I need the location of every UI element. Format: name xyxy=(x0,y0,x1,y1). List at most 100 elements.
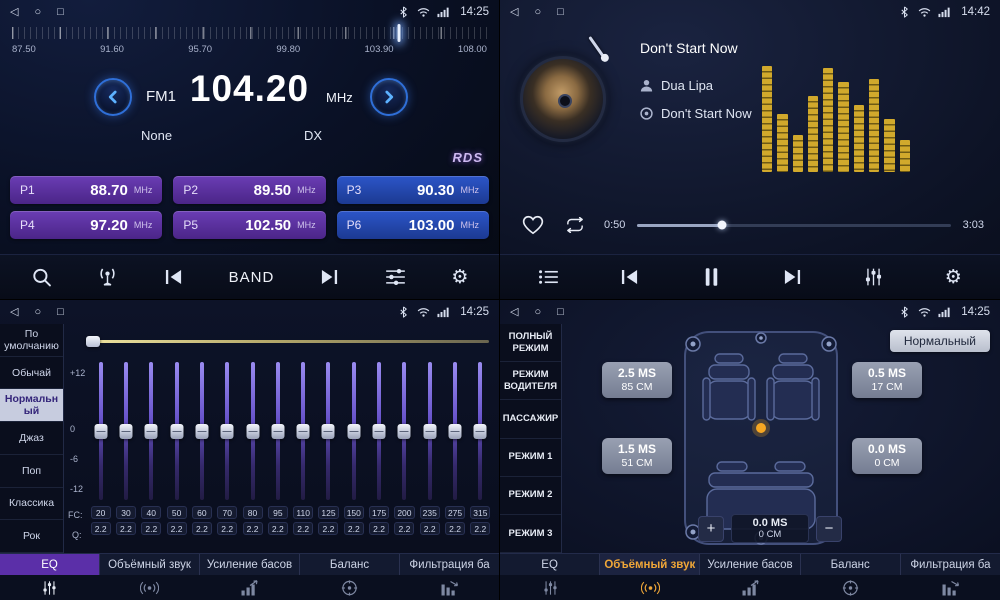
surround-preset-button[interactable]: Нормальный xyxy=(890,330,990,352)
eq-slider-handle[interactable] xyxy=(246,424,259,439)
delay-front-left[interactable]: 2.5 MS 85 CM xyxy=(602,362,672,398)
equalizer-icon[interactable] xyxy=(863,267,884,287)
mixer-icon[interactable] xyxy=(385,267,406,287)
frequency-pointer[interactable] xyxy=(398,24,401,42)
master-level-handle[interactable] xyxy=(86,336,100,347)
home-icon[interactable]: ○ xyxy=(34,307,41,318)
tab-balance[interactable]: Баланс xyxy=(300,554,400,575)
tab-icon-eq[interactable] xyxy=(0,580,100,596)
tab-icon-filter[interactable] xyxy=(900,580,1000,596)
delay-decrease-button[interactable]: − xyxy=(816,516,842,542)
recents-icon[interactable]: □ xyxy=(557,7,564,18)
eq-slider-handle[interactable] xyxy=(373,424,386,439)
eq-band-slider[interactable] xyxy=(113,362,138,500)
delay-rear-right[interactable]: 0.0 MS 0 CM xyxy=(852,438,922,474)
eq-slider-handle[interactable] xyxy=(271,424,284,439)
eq-slider-handle[interactable] xyxy=(170,424,183,439)
back-icon[interactable]: ◁ xyxy=(510,7,518,18)
back-icon[interactable]: ◁ xyxy=(10,7,18,18)
eq-band-slider[interactable] xyxy=(442,362,467,500)
eq-slider-handle[interactable] xyxy=(423,424,436,439)
eq-band-slider[interactable] xyxy=(240,362,265,500)
repeat-icon[interactable] xyxy=(564,217,586,233)
delay-increase-button[interactable]: + xyxy=(698,516,724,542)
home-icon[interactable]: ○ xyxy=(34,7,41,18)
tab-bass-boost[interactable]: Усиление басов xyxy=(700,554,800,575)
delay-rear-left[interactable]: 1.5 MS 51 CM xyxy=(602,438,672,474)
tab-filter[interactable]: Фильтрация ба xyxy=(901,554,1000,575)
tab-surround[interactable]: Объёмный звук xyxy=(100,554,200,575)
settings-icon[interactable]: ⚙ xyxy=(945,268,962,287)
tab-icon-filter[interactable] xyxy=(399,580,499,596)
tab-eq[interactable]: EQ xyxy=(0,554,100,575)
home-icon[interactable]: ○ xyxy=(534,7,541,18)
eq-band-slider[interactable] xyxy=(189,362,214,500)
surround-mode-item[interactable]: РЕЖИМ 2 xyxy=(500,477,561,515)
eq-band-slider[interactable] xyxy=(291,362,316,500)
eq-band-slider[interactable] xyxy=(265,362,290,500)
eq-band-slider[interactable] xyxy=(341,362,366,500)
previous-icon[interactable] xyxy=(163,267,184,287)
back-icon[interactable]: ◁ xyxy=(10,307,18,318)
radio-preset-button[interactable]: P188.70MHz xyxy=(10,176,162,204)
next-track-icon[interactable] xyxy=(782,267,803,287)
tab-icon-bass-boost[interactable] xyxy=(200,580,300,596)
eq-band-slider[interactable] xyxy=(88,362,113,500)
radio-preset-button[interactable]: P497.20MHz xyxy=(10,211,162,239)
search-icon[interactable] xyxy=(31,267,52,287)
eq-slider-handle[interactable] xyxy=(145,424,158,439)
surround-mode-item[interactable]: РЕЖИМ ВОДИТЕЛЯ xyxy=(500,362,561,400)
settings-icon[interactable]: ⚙ xyxy=(451,268,468,287)
eq-slider-handle[interactable] xyxy=(449,424,462,439)
back-icon[interactable]: ◁ xyxy=(510,307,518,318)
surround-mode-item[interactable]: РЕЖИМ 3 xyxy=(500,515,561,553)
eq-slider-handle[interactable] xyxy=(195,424,208,439)
surround-mode-item[interactable]: ПАССАЖИР xyxy=(500,400,561,438)
surround-mode-item[interactable]: РЕЖИМ 1 xyxy=(500,439,561,477)
eq-slider-handle[interactable] xyxy=(398,424,411,439)
radio-preset-button[interactable]: P6103.00MHz xyxy=(337,211,489,239)
eq-band-slider[interactable] xyxy=(366,362,391,500)
tab-icon-surround[interactable] xyxy=(100,580,200,596)
eq-preset-item[interactable]: Рок xyxy=(0,520,63,553)
eq-band-slider[interactable] xyxy=(392,362,417,500)
master-level-slider[interactable] xyxy=(88,340,489,343)
progress-knob[interactable] xyxy=(717,221,726,230)
eq-slider-handle[interactable] xyxy=(221,424,234,439)
eq-preset-item[interactable]: Обычай xyxy=(0,357,63,390)
eq-slider-handle[interactable] xyxy=(119,424,132,439)
eq-band-slider[interactable] xyxy=(468,362,493,500)
frequency-scale[interactable]: 87.50 91.60 95.70 99.80 103.90 108.00 xyxy=(12,27,487,63)
recents-icon[interactable]: □ xyxy=(57,307,64,318)
eq-band-slider[interactable] xyxy=(316,362,341,500)
eq-band-slider[interactable] xyxy=(417,362,442,500)
previous-track-icon[interactable] xyxy=(619,267,640,287)
tab-balance[interactable]: Баланс xyxy=(801,554,901,575)
eq-preset-item[interactable]: Классика xyxy=(0,488,63,521)
radio-preset-button[interactable]: P5102.50MHz xyxy=(173,211,325,239)
eq-band-slider[interactable] xyxy=(139,362,164,500)
tab-eq[interactable]: EQ xyxy=(500,554,600,575)
playlist-icon[interactable] xyxy=(538,267,559,287)
eq-slider-handle[interactable] xyxy=(347,424,360,439)
eq-slider-handle[interactable] xyxy=(94,424,107,439)
eq-slider-handle[interactable] xyxy=(322,424,335,439)
radio-preset-button[interactable]: P390.30MHz xyxy=(337,176,489,204)
eq-preset-item[interactable]: Джаз xyxy=(0,422,63,455)
eq-slider-handle[interactable] xyxy=(297,424,310,439)
tab-icon-bass-boost[interactable] xyxy=(700,580,800,596)
band-button[interactable]: BAND xyxy=(229,269,275,286)
surround-mode-item[interactable]: ПОЛНЫЙ РЕЖИМ xyxy=(500,324,561,362)
tab-icon-balance[interactable] xyxy=(800,580,900,596)
favorite-icon[interactable] xyxy=(522,215,544,235)
tab-bass-boost[interactable]: Усиление басов xyxy=(200,554,300,575)
tab-icon-eq[interactable] xyxy=(500,580,600,596)
seek-bar[interactable] xyxy=(637,224,950,227)
recents-icon[interactable]: □ xyxy=(57,7,64,18)
tune-up-button[interactable] xyxy=(370,78,408,116)
broadcast-scan-icon[interactable] xyxy=(97,267,118,287)
tab-filter[interactable]: Фильтрация ба xyxy=(400,554,499,575)
eq-band-slider[interactable] xyxy=(164,362,189,500)
tab-surround[interactable]: Объёмный звук xyxy=(600,554,700,575)
eq-slider-handle[interactable] xyxy=(474,424,487,439)
